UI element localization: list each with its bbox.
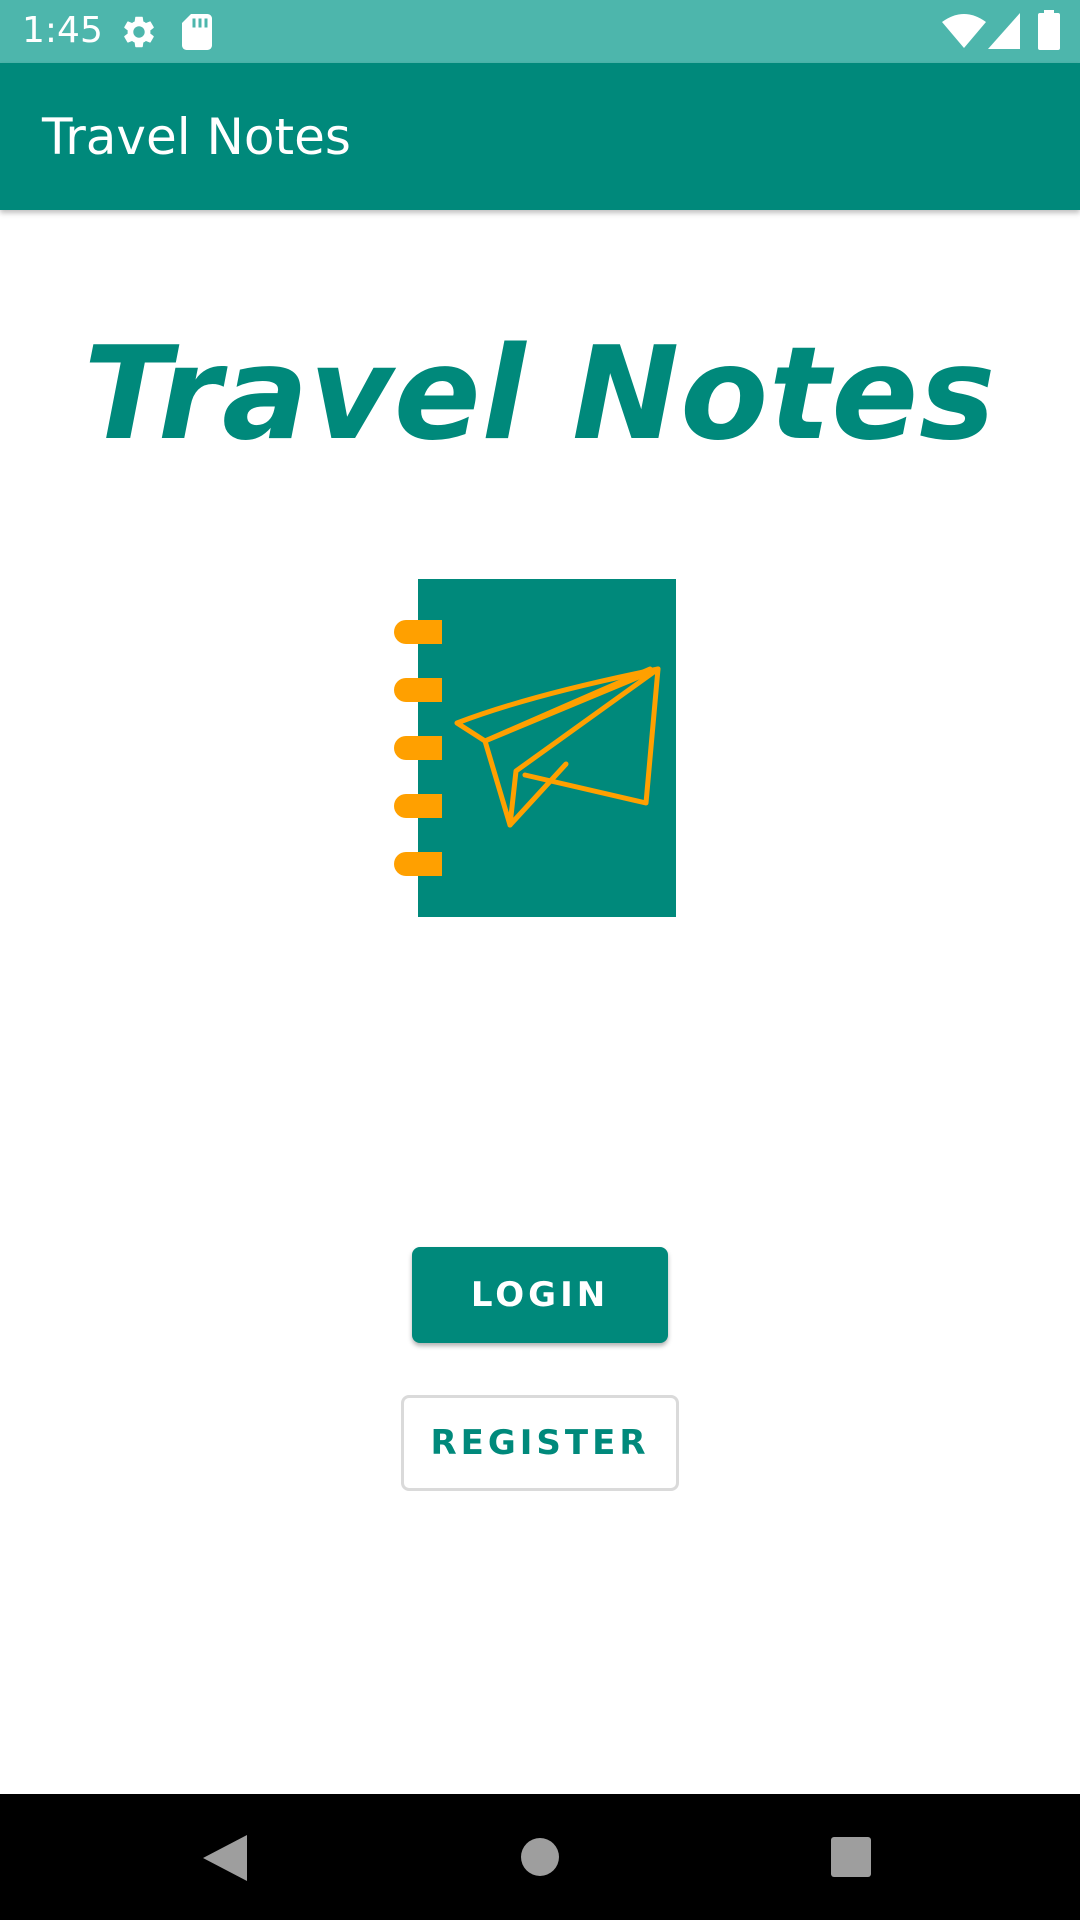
wifi-icon (942, 14, 986, 48)
hero-title: Travel Notes (83, 320, 997, 469)
login-button[interactable]: LOGIN (412, 1247, 668, 1343)
sd-card-icon (182, 14, 212, 50)
app-bar-title: Travel Notes (42, 108, 351, 166)
settings-icon (124, 16, 154, 48)
signal-icon (988, 13, 1020, 49)
notebook-paper-plane-icon (394, 579, 676, 917)
navigation-bar (0, 1794, 1080, 1920)
back-icon[interactable] (203, 1835, 247, 1881)
home-icon[interactable] (520, 1837, 560, 1877)
battery-icon (1038, 10, 1060, 50)
status-bar: 1:45 (0, 0, 1080, 63)
register-button[interactable]: REGISTER (401, 1395, 679, 1491)
app-bar: Travel Notes (0, 63, 1080, 210)
recents-icon[interactable] (831, 1837, 871, 1877)
status-time: 1:45 (22, 10, 103, 51)
